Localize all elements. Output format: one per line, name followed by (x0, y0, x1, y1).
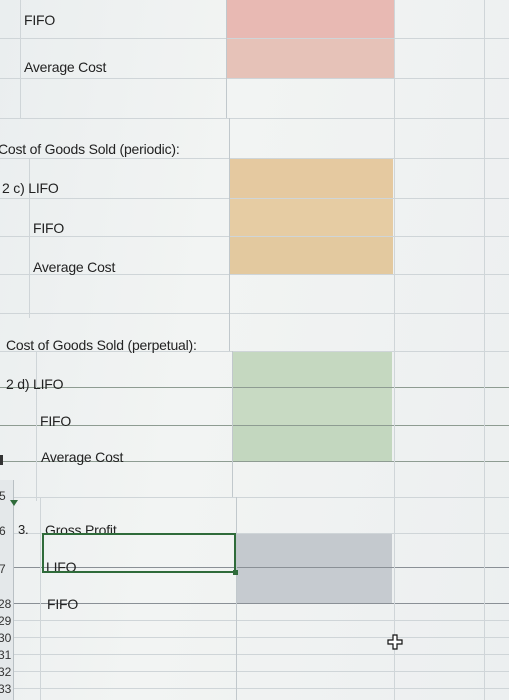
row-number[interactable]: 33 (0, 682, 11, 696)
cross-cursor-icon (387, 634, 403, 650)
label-fifo-top: FIFO (24, 12, 56, 28)
row-number[interactable]: 28 (0, 597, 11, 611)
label-cogs-perpetual: Cost of Goods Sold (perpetual): (6, 337, 197, 353)
row-marker-icon (10, 500, 18, 506)
label-perpetual-fifo: FIFO (40, 413, 72, 429)
fill-perpetual-fifo[interactable] (232, 387, 392, 425)
label-gross-profit-fifo: FIFO (47, 596, 79, 612)
label-periodic-fifo: FIFO (33, 220, 65, 236)
fill-fifo-top[interactable] (226, 0, 394, 38)
label-cogs-periodic: Cost of Goods Sold (periodic): (0, 141, 180, 157)
selected-cell[interactable] (42, 533, 236, 573)
fill-periodic-lifo[interactable] (229, 158, 393, 198)
row-number[interactable]: 5 (0, 489, 6, 503)
label-average-cost-top: Average Cost (24, 59, 107, 75)
fill-handle[interactable] (233, 570, 238, 575)
fill-gp-lifo[interactable] (236, 533, 392, 567)
row-marker-icon (0, 455, 3, 465)
row-number[interactable]: 7 (0, 562, 6, 576)
label-gross-profit-number: 3. (18, 522, 29, 537)
spreadsheet-grid[interactable]: FIFO Average Cost Cost of Goods Sold (pe… (0, 0, 509, 700)
label-perpetual-average-cost: Average Cost (41, 449, 124, 465)
row-number[interactable]: 31 (0, 648, 11, 662)
label-periodic-average-cost: Average Cost (33, 259, 116, 275)
fill-gp-fifo[interactable] (236, 567, 392, 603)
row-number[interactable]: 6 (0, 524, 6, 538)
row-number[interactable]: 29 (0, 614, 11, 628)
label-periodic-lifo: 2 c) LIFO (2, 180, 59, 196)
fill-perpetual-avg[interactable] (232, 425, 392, 461)
fill-avg-top[interactable] (226, 38, 394, 78)
label-perpetual-lifo: 2 d) LIFO (6, 376, 64, 392)
row-number[interactable]: 32 (0, 665, 11, 679)
fill-periodic-fifo[interactable] (229, 198, 393, 236)
row-number[interactable]: 30 (0, 631, 11, 645)
fill-perpetual-lifo[interactable] (232, 351, 392, 387)
fill-periodic-avg[interactable] (229, 236, 393, 274)
